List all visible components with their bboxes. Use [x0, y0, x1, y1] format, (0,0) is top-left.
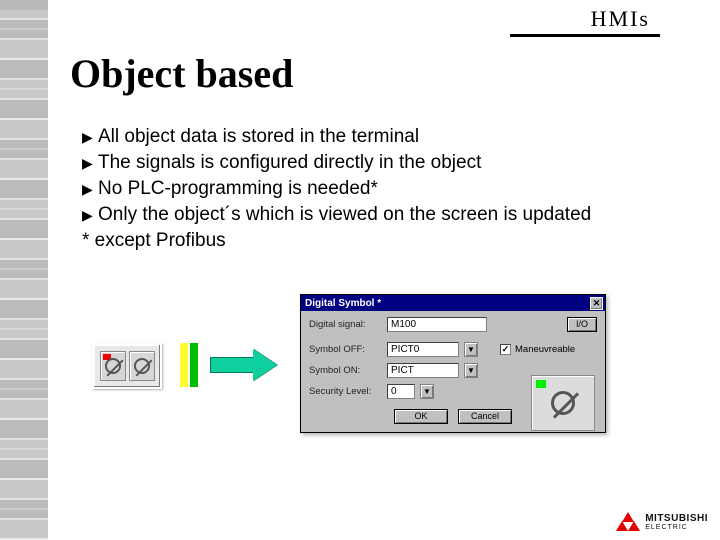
- dialog-titlebar[interactable]: Digital Symbol * ✕: [301, 295, 605, 311]
- header-label: HMIs: [591, 6, 650, 32]
- ok-button[interactable]: OK: [394, 409, 448, 424]
- preview-circle-icon: [551, 391, 575, 415]
- digital-symbol-dialog: Digital Symbol * ✕ Digital signal: M100 …: [300, 294, 606, 433]
- dropdown-icon[interactable]: ▼: [464, 342, 478, 357]
- select-off[interactable]: PICT0: [387, 342, 459, 357]
- slide-decoration: [0, 0, 48, 540]
- bullet-text: No PLC-programming is needed*: [98, 176, 378, 202]
- label-signal: Digital signal:: [309, 319, 381, 330]
- bullet-text: The signals is configured directly in th…: [98, 150, 481, 176]
- bullet-arrow-icon: ▶: [82, 176, 98, 202]
- logo-triangles-icon: [617, 512, 639, 532]
- bullet-item: ▶ No PLC-programming is needed*: [82, 176, 670, 202]
- logo-text-2: ELECTRIC: [645, 524, 708, 531]
- bullet-text: Only the object´s which is viewed on the…: [98, 202, 591, 228]
- checkbox-label: Maneuvreable: [515, 344, 575, 355]
- bullet-arrow-icon: ▶: [82, 124, 98, 150]
- footnote: * except Profibus: [82, 228, 670, 254]
- bullet-item: ▶ All object data is stored in the termi…: [82, 124, 670, 150]
- dialog-title: Digital Symbol *: [305, 298, 381, 309]
- bullet-item: ▶ The signals is configured directly in …: [82, 150, 670, 176]
- cancel-button[interactable]: Cancel: [458, 409, 512, 424]
- symbol-icon-off: [100, 351, 126, 381]
- maneuvreable-checkbox[interactable]: ✓ Maneuvreable: [500, 344, 575, 355]
- io-button[interactable]: I/O: [567, 317, 597, 332]
- bullet-arrow-icon: ▶: [82, 202, 98, 228]
- bullet-arrow-icon: ▶: [82, 150, 98, 176]
- mitsubishi-logo: MITSUBISHI ELECTRIC: [617, 512, 708, 532]
- logo-text-1: MITSUBISHI: [645, 513, 708, 524]
- close-icon[interactable]: ✕: [590, 297, 603, 310]
- label-on: Symbol ON:: [309, 365, 381, 376]
- slide-title: Object based: [70, 50, 293, 97]
- bullet-list: ▶ All object data is stored in the termi…: [82, 124, 670, 254]
- color-bars: [180, 343, 198, 387]
- select-security[interactable]: 0: [387, 384, 415, 399]
- preview-led-icon: [536, 380, 546, 388]
- bullet-text: All object data is stored in the termina…: [98, 124, 419, 150]
- header-underline: [510, 34, 660, 37]
- dropdown-icon[interactable]: ▼: [464, 363, 478, 378]
- arrow-icon: [210, 350, 280, 380]
- input-signal[interactable]: M100: [387, 317, 487, 332]
- symbol-icon-on: [129, 351, 155, 381]
- bullet-item: ▶ Only the object´s which is viewed on t…: [82, 202, 670, 228]
- label-security: Security Level:: [309, 386, 381, 397]
- symbol-icon-group: [92, 343, 162, 389]
- symbol-preview: [531, 375, 595, 431]
- label-off: Symbol OFF:: [309, 344, 381, 355]
- select-on[interactable]: PICT: [387, 363, 459, 378]
- checkbox-icon: ✓: [500, 344, 511, 355]
- dropdown-icon[interactable]: ▼: [420, 384, 434, 399]
